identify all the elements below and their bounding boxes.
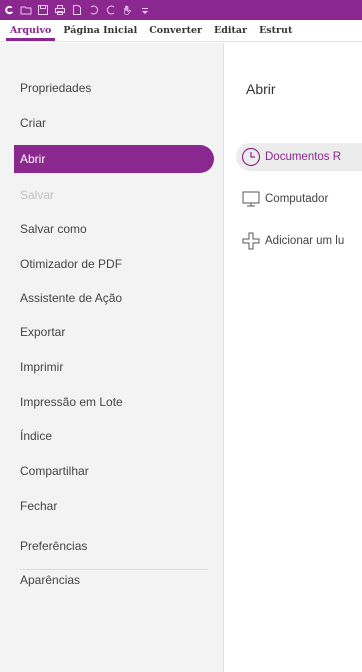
sidebar-item-compartilhar[interactable]: Compartilhar [20, 461, 89, 481]
undo-icon[interactable] [88, 4, 100, 16]
hand-tool-icon[interactable] [122, 4, 134, 16]
open-option-recent-documents[interactable]: Documentos R [236, 143, 362, 171]
customize-dropdown-icon[interactable] [139, 4, 151, 16]
sidebar-item-preferencias[interactable]: Preferências [20, 536, 87, 556]
sidebar-item-fechar[interactable]: Fechar [20, 496, 57, 516]
ribbon-menu: Arquivo Página Inicial Converter Editar … [0, 20, 362, 42]
print-icon[interactable] [54, 4, 66, 16]
sidebar-item-assistente-acao[interactable]: Assistente de Ação [20, 288, 122, 308]
tab-estrutura[interactable]: Estrut [253, 25, 298, 41]
sidebar-item-imprimir[interactable]: Imprimir [20, 357, 63, 377]
quick-access-toolbar [0, 0, 362, 20]
sidebar-item-salvar: Salvar [20, 188, 55, 202]
sidebar-item-salvar-como[interactable]: Salvar como [20, 219, 87, 239]
tab-arquivo[interactable]: Arquivo [4, 25, 57, 41]
open-option-add-place[interactable]: Adicionar um lu [236, 227, 362, 255]
sidebar-item-abrir[interactable]: Abrir [14, 145, 214, 173]
open-option-label: Computador [265, 193, 329, 205]
sidebar-item-otimizador-pdf[interactable]: Otimizador de PDF [20, 254, 122, 274]
sidebar-item-propriedades[interactable]: Propriedades [20, 78, 91, 98]
sidebar-item-abrir-label: Abrir [20, 152, 46, 166]
computer-icon [240, 188, 262, 210]
open-panel: Abrir Documentos R Computador Adicionar … [225, 43, 362, 672]
backstage-sidebar: Propriedades Criar Abrir Salvar Salvar c… [0, 43, 224, 672]
save-icon[interactable] [37, 4, 49, 16]
app-logo-icon [3, 4, 15, 16]
sidebar-item-impressao-lote[interactable]: Impressão em Lote [20, 392, 123, 412]
tab-converter[interactable]: Converter [143, 25, 208, 41]
tab-pagina-inicial[interactable]: Página Inicial [57, 25, 143, 41]
redo-icon[interactable] [105, 4, 117, 16]
sidebar-item-aparencias[interactable]: Aparências [20, 570, 80, 590]
new-document-icon[interactable] [71, 4, 83, 16]
open-option-label: Documentos R [265, 151, 342, 163]
open-folder-icon[interactable] [20, 4, 32, 16]
open-option-label: Adicionar um lu [265, 235, 345, 247]
open-option-computer[interactable]: Computador [236, 185, 362, 213]
tab-editar[interactable]: Editar [208, 25, 253, 41]
sidebar-item-criar[interactable]: Criar [20, 113, 46, 133]
sidebar-item-exportar[interactable]: Exportar [20, 322, 65, 342]
clock-icon [240, 146, 262, 168]
add-place-icon [240, 230, 262, 252]
page-title: Abrir [246, 81, 276, 97]
sidebar-item-indice[interactable]: Índice [20, 426, 52, 446]
